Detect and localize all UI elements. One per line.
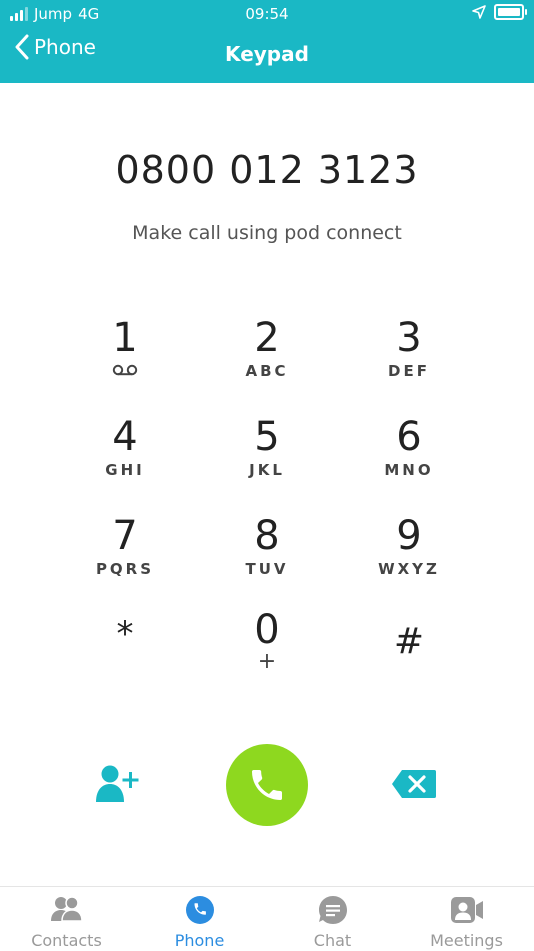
dialed-number: 0800 012 3123 — [115, 148, 419, 192]
key-digit: # — [393, 621, 425, 662]
tab-label: Chat — [313, 931, 352, 950]
back-label: Phone — [34, 35, 96, 59]
key-letters: MNO — [384, 461, 434, 479]
key-digit: 9 — [396, 513, 422, 559]
tab-label: Phone — [174, 931, 225, 950]
key-digit: 5 — [254, 414, 280, 460]
header-bar: Jump 4G 09:54 Phone Keypad — [0, 0, 534, 83]
key-digit: * — [116, 614, 134, 654]
key-9[interactable]: 9 WXYZ — [349, 514, 469, 600]
tab-phone[interactable]: Phone — [133, 887, 266, 951]
add-person-icon — [96, 765, 139, 802]
phone-icon — [185, 896, 214, 924]
phone-handset-icon — [252, 770, 282, 800]
key-0[interactable]: 0 + — [207, 608, 327, 694]
key-digit: 4 — [112, 414, 138, 460]
tab-label: Contacts — [31, 931, 102, 950]
key-digit: 2 — [254, 315, 280, 361]
key-3[interactable]: 3 DEF — [349, 316, 469, 402]
key-digit: 7 — [112, 513, 138, 559]
call-button[interactable] — [226, 744, 308, 826]
key-letters: ABC — [245, 362, 289, 380]
back-button[interactable]: Phone — [14, 34, 96, 60]
key-1[interactable]: 1 — [65, 316, 185, 402]
key-8[interactable]: 8 TUV — [207, 514, 327, 600]
meetings-icon — [450, 897, 483, 923]
navigation-bar: Phone Keypad — [0, 34, 534, 74]
voicemail-icon — [112, 364, 138, 376]
key-digit: 6 — [396, 414, 422, 460]
key-letters: TUV — [245, 560, 289, 578]
key-letters: GHI — [105, 461, 145, 479]
contacts-icon — [50, 896, 83, 922]
chevron-left-icon — [15, 34, 29, 60]
key-letters: DEF — [388, 362, 430, 380]
key-digit: 3 — [396, 315, 422, 361]
tab-contacts[interactable]: Contacts — [0, 887, 133, 951]
tab-bar: Contacts Phone Chat Meetings — [0, 886, 534, 951]
location-arrow-icon — [472, 5, 486, 19]
call-method-label: Make call using pod connect — [132, 222, 402, 244]
key-letters: JKL — [249, 461, 285, 479]
key-digit: 1 — [112, 315, 138, 361]
status-bar: Jump 4G 09:54 — [0, 0, 534, 28]
key-digit: 8 — [254, 513, 280, 559]
status-right — [472, 4, 527, 20]
tab-chat[interactable]: Chat — [266, 887, 399, 951]
chat-icon — [318, 896, 347, 924]
tab-label: Meetings — [430, 931, 503, 950]
key-digit: 0 — [254, 607, 280, 653]
key-letters: WXYZ — [378, 560, 440, 578]
key-5[interactable]: 5 JKL — [207, 415, 327, 501]
add-contact-button[interactable] — [92, 762, 152, 806]
tab-meetings[interactable]: Meetings — [400, 887, 533, 951]
key-4[interactable]: 4 GHI — [65, 415, 185, 501]
key-plus-symbol: + — [257, 649, 277, 674]
key-2[interactable]: 2 ABC — [207, 316, 327, 402]
backspace-icon — [392, 770, 436, 798]
key-hash[interactable]: # — [349, 620, 469, 706]
key-star[interactable]: * — [65, 612, 185, 698]
battery-icon — [494, 4, 527, 20]
status-time: 09:54 — [245, 5, 289, 23]
backspace-button[interactable] — [390, 768, 438, 800]
key-6[interactable]: 6 MNO — [349, 415, 469, 501]
key-letters: PQRS — [95, 560, 155, 578]
key-7[interactable]: 7 PQRS — [65, 514, 185, 600]
